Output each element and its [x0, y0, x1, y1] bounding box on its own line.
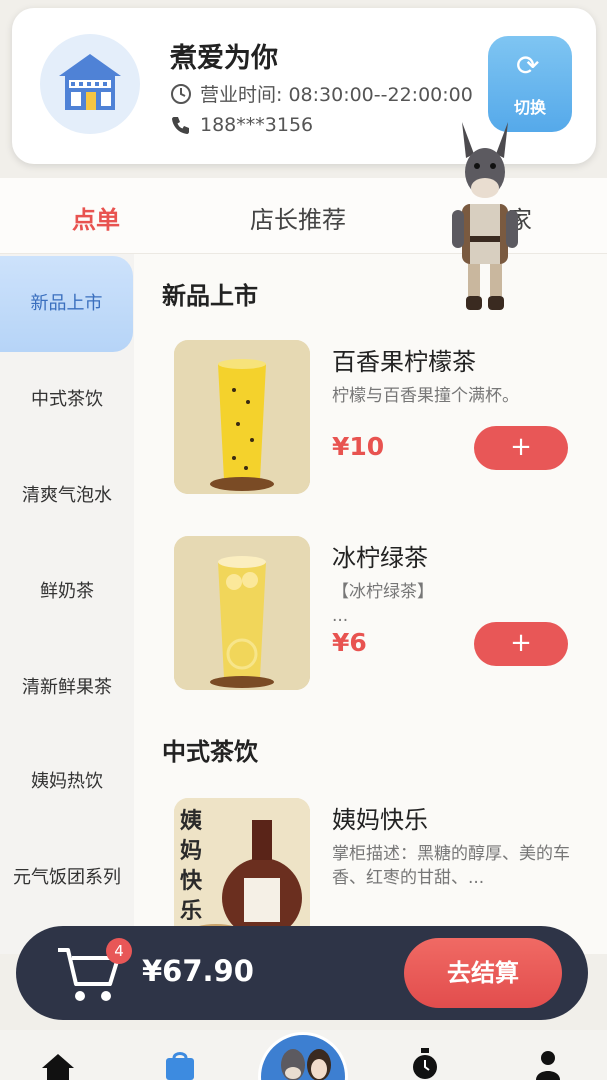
clock-icon[interactable] [410, 1048, 440, 1080]
refresh-icon: ⟳ [516, 49, 540, 82]
product-card[interactable]: 冰柠绿茶 【冰柠绿茶】 ... ¥6 + [174, 536, 594, 696]
home-icon[interactable] [40, 1052, 76, 1080]
product-price: ¥6 [332, 628, 367, 657]
bottom-nav [0, 1030, 607, 1080]
category-rice-balls[interactable]: 元气饭团系列 [0, 830, 134, 926]
product-name: 百香果柠檬茶 [332, 348, 476, 376]
add-to-cart-button[interactable]: + [474, 622, 568, 666]
cart-count-badge: 4 [106, 938, 132, 964]
product-price: ¥10 [332, 432, 385, 461]
mascot-avatar[interactable] [258, 1032, 348, 1080]
product-name: 冰柠绿茶 [332, 544, 428, 572]
add-to-cart-button[interactable]: + [474, 426, 568, 470]
category-sparkling[interactable]: 清爽气泡水 [0, 448, 134, 544]
switch-shop-button[interactable]: ⟳ 切换 [488, 36, 572, 132]
product-image [174, 536, 310, 690]
product-desc-line: 【冰柠绿茶】 [332, 582, 434, 602]
phone-icon [172, 117, 189, 134]
product-name: 姨妈快乐 [332, 806, 428, 834]
category-milk-tea[interactable]: 鲜奶茶 [0, 544, 134, 640]
user-icon[interactable] [534, 1050, 562, 1080]
tab-recommend[interactable]: 店长推荐 [250, 200, 346, 235]
donkey-mascot-icon [452, 122, 518, 310]
category-fruit-tea[interactable]: 清新鲜果茶 [0, 640, 134, 736]
tab-order[interactable]: 点单 [72, 200, 120, 235]
category-sidebar: 新品上市 中式茶饮 清爽气泡水 鲜奶茶 清新鲜果茶 姨妈热饮 元气饭团系列 [0, 254, 134, 954]
clock-icon [171, 83, 191, 104]
product-list: 新品上市 百香果柠檬茶 柠檬与百香果撞个满杯。 ¥10 + 冰柠绿茶 【冰柠绿茶… [134, 254, 607, 954]
shop-phone-text: 188***3156 [200, 114, 314, 136]
switch-label: 切换 [513, 98, 546, 117]
bag-icon[interactable] [164, 1050, 196, 1080]
shop-logo [40, 34, 140, 134]
category-chinese-tea[interactable]: 中式茶饮 [0, 352, 134, 448]
section-title: 新品上市 [162, 282, 258, 310]
section-title: 中式茶饮 [162, 738, 258, 766]
product-card[interactable]: 百香果柠檬茶 柠檬与百香果撞个满杯。 ¥10 + [174, 340, 594, 500]
shop-hours-text: 营业时间: 08:30:00--22:00:00 [200, 84, 473, 106]
product-desc: 【冰柠绿茶】 ... [332, 580, 572, 628]
product-desc: 柠檬与百香果撞个满杯。 [332, 386, 519, 406]
store-icon [59, 54, 121, 110]
product-desc: 掌柜描述：黑糖的醇厚、美的车香、红枣的甘甜、... [332, 844, 570, 888]
category-new[interactable]: 新品上市 [0, 256, 133, 352]
cart-total: ¥67.90 [142, 954, 254, 988]
cart-bar: 4 ¥67.90 去结算 [16, 926, 588, 1020]
checkout-button[interactable]: 去结算 [404, 938, 562, 1008]
category-hot-drinks[interactable]: 姨妈热饮 [0, 734, 134, 830]
product-image-text: 姨妈快乐 [180, 808, 203, 924]
shop-phone[interactable]: 188***3156 [170, 114, 313, 136]
shop-name: 煮爱为你 [170, 43, 278, 74]
shop-hours: 营业时间: 08:30:00--22:00:00 [170, 80, 473, 107]
product-image [174, 340, 310, 494]
